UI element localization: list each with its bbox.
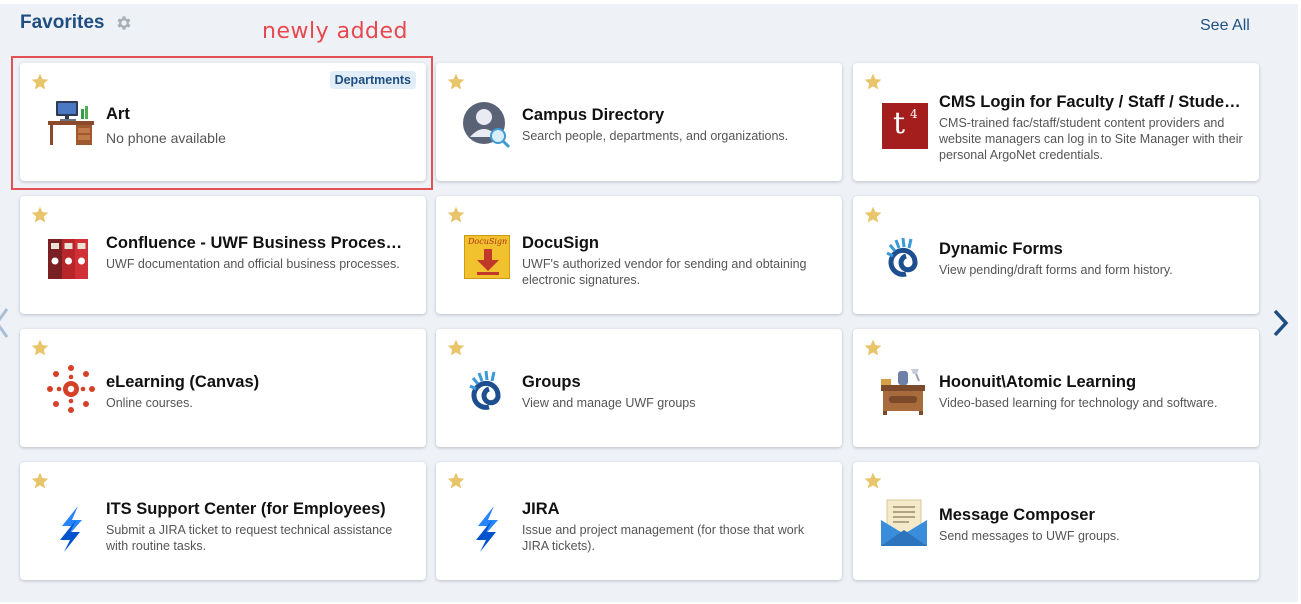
card-description: View and manage UWF groups	[522, 396, 696, 410]
card-description: View pending/draft forms and form histor…	[939, 263, 1173, 277]
card-title: DocuSign	[522, 234, 599, 252]
envelope-letter-icon	[881, 499, 927, 546]
nautilus-icon	[886, 237, 918, 277]
card-description: UWF documentation and official business …	[106, 257, 400, 271]
desk-lamp-icon	[881, 369, 925, 415]
card-title: Hoonuit\Atomic Learning	[939, 373, 1137, 391]
card-description: Submit a JIRA ticket to request technica…	[106, 523, 393, 553]
star-icon[interactable]	[446, 72, 466, 92]
favorite-card-cms-login[interactable]: t 4 CMS Login for Faculty / Staff / Stud…	[853, 63, 1259, 181]
see-all-link[interactable]: See All	[1200, 17, 1250, 35]
page-title: Favorites	[20, 12, 105, 33]
star-icon[interactable]	[863, 72, 883, 92]
favorites-panel: Favorites newly added See All Department…	[0, 4, 1298, 602]
card-description: Issue and project management (for those …	[522, 523, 805, 553]
favorite-card-dynamic-forms[interactable]: Dynamic Forms View pending/draft forms a…	[853, 196, 1259, 314]
previous-arrow-icon[interactable]	[0, 306, 10, 340]
favorite-card-docusign[interactable]: DocuSign DocuSign UWF's authorized vendo…	[436, 196, 842, 314]
favorite-card-message-composer[interactable]: Message Composer Send messages to UWF gr…	[853, 462, 1259, 580]
card-title: JIRA	[522, 500, 560, 518]
star-icon[interactable]	[446, 205, 466, 225]
card-title: Message Composer	[939, 506, 1095, 524]
card-title: Campus Directory	[522, 106, 665, 124]
card-description: Search people, departments, and organiza…	[522, 129, 789, 143]
favorite-card-confluence[interactable]: Confluence - UWF Business Proces… UWF do…	[20, 196, 426, 314]
star-icon[interactable]	[863, 205, 883, 225]
gear-icon[interactable]	[115, 14, 133, 32]
favorite-card-hoonuit[interactable]: Hoonuit\Atomic Learning Video-based lear…	[853, 329, 1259, 447]
favorite-card-campus-directory[interactable]: Campus Directory Search people, departme…	[436, 63, 842, 181]
card-title: Dynamic Forms	[939, 240, 1063, 258]
favorite-card-its-support[interactable]: ITS Support Center (for Employees) Submi…	[20, 462, 426, 580]
card-title: Groups	[522, 373, 581, 391]
star-icon[interactable]	[446, 338, 466, 358]
card-title: CMS Login for Faculty / Staff / Stude…	[939, 93, 1241, 111]
card-description: Video-based learning for technology and …	[939, 396, 1218, 410]
favorite-card-elearning[interactable]: eLearning (Canvas) Online courses.	[20, 329, 426, 447]
card-description: Online courses.	[106, 396, 193, 410]
annotation-label: newly added	[262, 19, 409, 44]
favorite-card-jira[interactable]: JIRA Issue and project management (for t…	[436, 462, 842, 580]
card-title: ITS Support Center (for Employees)	[106, 500, 386, 518]
jira-icon	[476, 506, 498, 552]
person-search-icon	[463, 102, 511, 149]
star-icon[interactable]	[863, 471, 883, 491]
card-description: Send messages to UWF groups.	[939, 529, 1120, 543]
star-icon[interactable]	[30, 471, 50, 491]
star-icon[interactable]	[30, 338, 50, 358]
star-icon[interactable]	[30, 205, 50, 225]
card-description: CMS-trained fac/staff/student content pr…	[939, 116, 1243, 162]
card-title: Confluence - UWF Business Proces…	[106, 234, 403, 252]
next-arrow-icon[interactable]	[1270, 308, 1290, 338]
star-icon[interactable]	[863, 338, 883, 358]
star-icon[interactable]	[446, 471, 466, 491]
favorite-card-groups[interactable]: Groups View and manage UWF groups	[436, 329, 842, 447]
annotation-highlight-box	[11, 56, 433, 190]
jira-icon	[60, 506, 82, 552]
card-description: UWF's authorized vendor for sending and …	[522, 257, 807, 287]
canvas-icon	[47, 365, 95, 413]
nautilus-icon	[469, 370, 501, 410]
docusign-icon: DocuSign	[464, 235, 510, 279]
binders-icon	[48, 239, 88, 279]
t4-logo-icon: t 4	[882, 103, 928, 149]
card-title: eLearning (Canvas)	[106, 373, 260, 391]
